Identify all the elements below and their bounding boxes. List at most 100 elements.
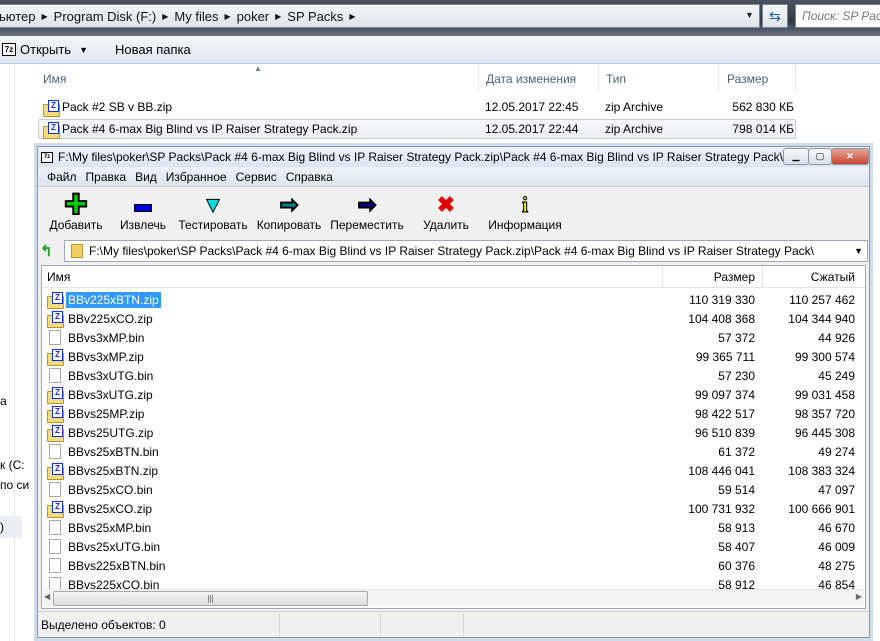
file-packed-size: 98 357 720: [794, 407, 855, 421]
file-row[interactable]: BBvs25xBTN.bin 61 372 49 274: [42, 442, 865, 461]
file-row[interactable]: BBvs3xUTG.zip 99 097 374 99 031 458: [42, 385, 865, 404]
sidebar-fragment[interactable]: ): [0, 516, 22, 538]
path-text[interactable]: F:\My files\poker\SP Packs\Pack #4 6-max…: [89, 244, 854, 258]
column-divider[interactable]: [478, 64, 479, 92]
file-name: BBvs25xCO.bin: [68, 482, 153, 497]
chevron-down-icon[interactable]: ▼: [854, 246, 863, 256]
column-divider[interactable]: [795, 64, 796, 92]
column-header-date[interactable]: Дата изменения: [486, 72, 576, 86]
menu-edit[interactable]: Правка: [86, 170, 127, 184]
chevron-right-icon[interactable]: ▶: [349, 12, 355, 21]
file-row-selected[interactable]: Pack #4 6-max Big Blind vs IP Raiser Str…: [38, 119, 796, 139]
file-size: 96 510 839: [694, 426, 755, 440]
column-header-packed[interactable]: Сжатый: [811, 270, 855, 284]
file-row[interactable]: Pack #2 SB v BB.zip 12.05.2017 22:45 zip…: [38, 97, 796, 117]
move-button[interactable]: ➡ Переместить: [327, 188, 407, 239]
file-packed-size: 47 097: [818, 483, 855, 497]
menu-file[interactable]: Файл: [47, 170, 77, 184]
horizontal-scrollbar[interactable]: ◀ ||| ▶: [43, 589, 864, 606]
test-button[interactable]: ▼ Тестировать: [175, 188, 251, 239]
breadcrumb-item[interactable]: My files: [174, 9, 218, 24]
up-folder-icon[interactable]: ↰: [40, 242, 60, 260]
file-size: 61 372: [718, 445, 755, 459]
scrollbar-thumb[interactable]: |||: [53, 591, 368, 606]
column-header-type[interactable]: Тип: [606, 72, 626, 86]
column-header-name[interactable]: Имя: [43, 72, 66, 86]
file-row[interactable]: BBvs25xMP.bin 58 913 46 670: [42, 518, 865, 537]
sidebar-fragment[interactable]: к (C:: [0, 458, 25, 472]
path-combobox[interactable]: F:\My files\poker\SP Packs\Pack #4 6-max…: [64, 240, 868, 262]
file-packed-size: 45 249: [818, 369, 855, 383]
file-row-selected[interactable]: BBv225xBTN.zip 110 319 330 110 257 462: [42, 290, 865, 309]
file-packed-size: 100 666 901: [788, 502, 855, 516]
chevron-right-icon[interactable]: ▶: [162, 12, 168, 21]
add-button[interactable]: ✚ Добавить: [41, 188, 111, 239]
column-header-size[interactable]: Размер: [714, 270, 755, 284]
file-row[interactable]: BBvs25xUTG.bin 58 407 46 009: [42, 537, 865, 556]
file-name-cell: BBvs25xCO.bin: [47, 482, 155, 498]
file-name: BBvs25UTG.zip: [68, 425, 154, 440]
extract-button[interactable]: Извлечь: [111, 188, 175, 239]
window-title-bar[interactable]: 7z F:\My files\poker\SP Packs\Pack #4 6-…: [38, 147, 869, 167]
file-row[interactable]: BBvs225xBTN.bin 60 376 48 275: [42, 556, 865, 575]
chevron-right-icon[interactable]: ▶: [275, 12, 281, 21]
file-icon: [49, 539, 61, 554]
file-packed-size: 104 344 940: [788, 312, 855, 326]
copy-button[interactable]: ➡ Копировать: [251, 188, 327, 239]
file-row[interactable]: BBvs25xCO.zip 100 731 932 100 666 901: [42, 499, 865, 518]
breadcrumb-item[interactable]: SP Packs: [287, 9, 343, 24]
delete-label: Удалить: [423, 218, 469, 232]
file-row[interactable]: BBvs25UTG.zip 96 510 839 96 445 308: [42, 423, 865, 442]
file-name-cell: BBv225xCO.zip: [47, 311, 155, 328]
chevron-right-icon[interactable]: ▶: [224, 12, 230, 21]
file-size: 58 407: [718, 540, 755, 554]
address-dropdown-icon[interactable]: ▼: [745, 10, 754, 20]
column-divider[interactable]: [718, 64, 719, 92]
refresh-icon[interactable]: ⇆: [762, 4, 788, 28]
column-divider[interactable]: [662, 266, 663, 287]
file-packed-size: 96 445 308: [794, 426, 855, 440]
scroll-left-icon[interactable]: ◀: [44, 592, 50, 601]
move-label: Переместить: [330, 218, 404, 232]
breadcrumb-item[interactable]: ьютер: [0, 9, 36, 24]
sidebar-fragment[interactable]: а: [0, 394, 7, 408]
file-name: Pack #2 SB v BB.zip: [62, 100, 173, 114]
breadcrumb-item[interactable]: poker: [237, 9, 270, 24]
file-row[interactable]: BBvs25xCO.bin 59 514 47 097: [42, 480, 865, 499]
close-button[interactable]: ✕: [831, 148, 869, 165]
file-row[interactable]: BBvs25MP.zip 98 422 517 98 357 720: [42, 404, 865, 423]
column-header-size[interactable]: Размер: [727, 72, 768, 86]
file-row[interactable]: BBv225xCO.zip 104 408 368 104 344 940: [42, 309, 865, 328]
file-size: 60 376: [718, 559, 755, 573]
menu-tools[interactable]: Сервис: [236, 170, 277, 184]
minimize-button[interactable]: ▁: [783, 148, 809, 165]
list-header: Имя Размер Сжатый: [42, 266, 865, 288]
chevron-right-icon[interactable]: ▶: [42, 12, 48, 21]
delete-icon: ✖: [436, 192, 456, 217]
new-folder-button[interactable]: Новая папка: [115, 42, 191, 57]
info-button[interactable]: i Информация: [485, 188, 565, 239]
file-name-cell: BBvs25xMP.bin: [47, 520, 153, 536]
column-header-name[interactable]: Имя: [47, 270, 70, 284]
test-label: Тестировать: [178, 218, 248, 232]
file-row[interactable]: BBvs25xBTN.zip 108 446 041 108 383 324: [42, 461, 865, 480]
column-divider[interactable]: [598, 64, 599, 92]
maximize-button[interactable]: ▢: [808, 148, 832, 165]
menu-favorites[interactable]: Избранное: [166, 170, 227, 184]
file-row[interactable]: BBvs3xMP.zip 99 365 711 99 300 574: [42, 347, 865, 366]
file-row[interactable]: BBvs3xUTG.bin 57 230 45 249: [42, 366, 865, 385]
sidebar-fragment[interactable]: по си: [0, 478, 29, 492]
search-input[interactable]: Поиск: SP Packs: [795, 4, 880, 28]
delete-button[interactable]: ✖ Удалить: [407, 188, 485, 239]
file-name-cell: BBvs25xBTN.zip: [47, 463, 160, 480]
open-button[interactable]: Открыть: [20, 42, 71, 57]
scroll-right-icon[interactable]: ▶: [856, 592, 862, 601]
column-divider[interactable]: [762, 266, 763, 287]
file-row[interactable]: BBvs3xMP.bin 57 372 44 926: [42, 328, 865, 347]
address-bar[interactable]: ьютер ▶ Program Disk (F:) ▶ My files ▶ poke…: [0, 4, 760, 28]
menu-help[interactable]: Справка: [286, 170, 333, 184]
menu-view[interactable]: Вид: [135, 170, 157, 184]
breadcrumb-item[interactable]: Program Disk (F:): [54, 9, 157, 24]
chevron-down-icon[interactable]: ▼: [79, 45, 88, 55]
file-name-cell: BBvs225xBTN.bin: [47, 558, 167, 574]
